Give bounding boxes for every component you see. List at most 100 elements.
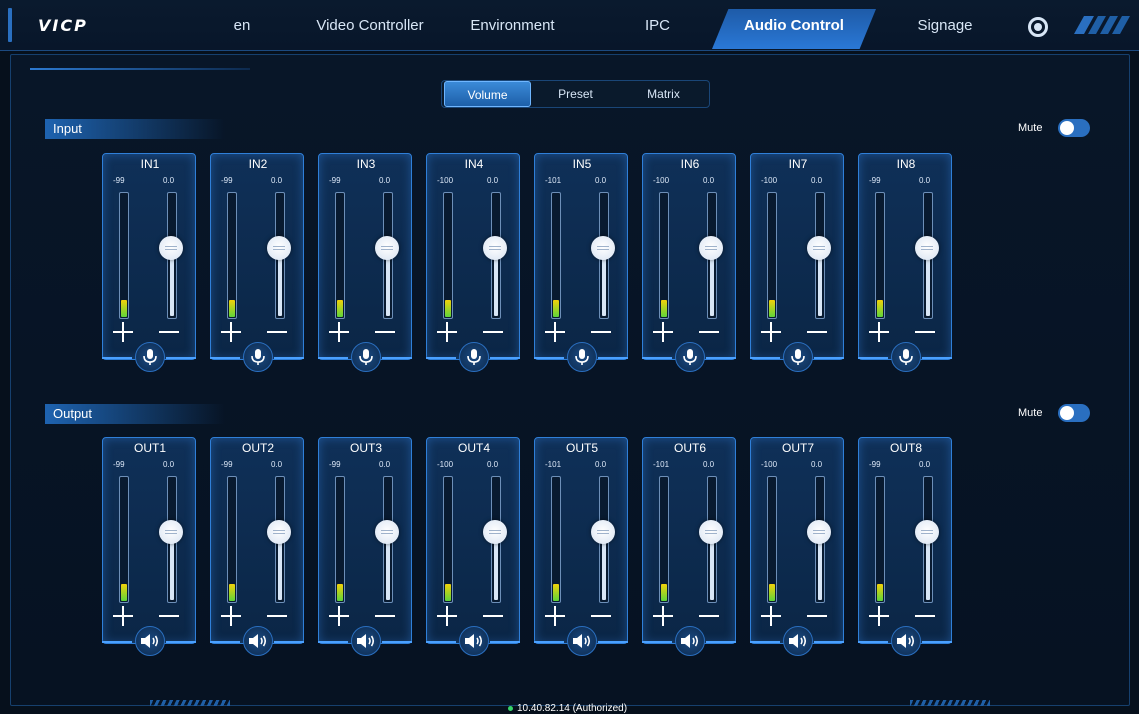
volume-fader-knob[interactable] [915,520,939,544]
gear-icon[interactable] [1028,17,1048,37]
bottom-stripes-left [150,700,230,706]
volume-up-button[interactable] [545,322,565,342]
volume-up-button[interactable] [329,606,349,626]
output-mute-label: Mute [1018,407,1043,419]
volume-down-button[interactable] [591,606,611,626]
volume-up-button[interactable] [113,606,133,626]
volume-fader-knob[interactable] [483,520,507,544]
card-underline [274,641,304,643]
card-underline [210,357,240,359]
volume-down-button[interactable] [267,322,287,342]
volume-fader-knob[interactable] [375,236,399,260]
volume-up-button[interactable] [113,322,133,342]
speaker-icon[interactable] [135,626,165,656]
volume-down-button[interactable] [915,606,935,626]
microphone-icon[interactable] [135,342,165,372]
channel-name: IN8 [896,157,916,171]
nav-item-video-controller[interactable]: Video Controller [300,17,440,39]
volume-up-button[interactable] [653,606,673,626]
input-mute-toggle[interactable] [1058,119,1090,137]
volume-down-button[interactable] [159,322,179,342]
speaker-icon[interactable] [459,626,489,656]
volume-up-button[interactable] [761,606,781,626]
card-underline [426,641,456,643]
microphone-icon[interactable] [567,342,597,372]
microphone-icon[interactable] [243,342,273,372]
card-underline [750,357,780,359]
volume-fader-knob[interactable] [591,520,615,544]
channel-card: IN7 -100 0.0 [750,153,844,372]
volume-fader-knob[interactable] [375,520,399,544]
volume-fader-knob[interactable] [807,236,831,260]
volume-up-button[interactable] [761,322,781,342]
speaker-icon[interactable] [783,626,813,656]
volume-fader-knob[interactable] [267,520,291,544]
volume-down-button[interactable] [483,322,503,342]
volume-up-button[interactable] [545,606,565,626]
channel-card: OUT7 -100 0.0 [750,437,844,656]
speaker-icon[interactable] [891,626,921,656]
microphone-icon[interactable] [891,342,921,372]
input-mute-label: Mute [1018,122,1043,134]
meter-value: -99 [113,460,125,469]
speaker-icon[interactable] [351,626,381,656]
volume-value: 0.0 [271,176,283,185]
volume-down-button[interactable] [699,606,719,626]
volume-down-button[interactable] [375,322,395,342]
volume-up-button[interactable] [869,322,889,342]
speaker-icon[interactable] [675,626,705,656]
volume-up-button[interactable] [437,606,457,626]
volume-up-button[interactable] [653,322,673,342]
volume-fader-knob[interactable] [159,236,183,260]
microphone-icon[interactable] [675,342,705,372]
volume-up-button[interactable] [869,606,889,626]
volume-down-button[interactable] [267,606,287,626]
nav-item-audio-control[interactable]: Audio Control [712,17,876,34]
volume-fader-knob[interactable] [699,520,723,544]
volume-up-button[interactable] [329,322,349,342]
volume-up-button[interactable] [437,322,457,342]
nav-item-ipc[interactable]: IPC [630,17,685,39]
meter-value: -99 [221,460,233,469]
card-underline [102,357,132,359]
tab-volume[interactable]: Volume [444,81,531,107]
microphone-icon[interactable] [783,342,813,372]
nav-item-environment[interactable]: Environment [455,17,570,39]
nav-item-signage[interactable]: Signage [905,17,985,39]
volume-fader-knob[interactable] [159,520,183,544]
microphone-icon[interactable] [351,342,381,372]
meter-value: -100 [653,176,670,185]
volume-down-button[interactable] [699,322,719,342]
volume-down-button[interactable] [807,322,827,342]
volume-up-button[interactable] [221,322,241,342]
volume-fader-knob[interactable] [591,236,615,260]
tab-preset[interactable]: Preset [532,81,619,107]
card-underline [642,357,672,359]
card-underline [598,641,628,643]
tab-matrix[interactable]: Matrix [620,81,707,107]
card-underline [382,357,412,359]
volume-down-button[interactable] [483,606,503,626]
card-underline [922,357,952,359]
volume-up-button[interactable] [221,606,241,626]
volume-value: 0.0 [919,460,931,469]
volume-fader-knob[interactable] [915,236,939,260]
nav-item-screen[interactable]: en [222,17,262,39]
volume-fader-knob[interactable] [483,236,507,260]
output-mute-toggle[interactable] [1058,404,1090,422]
volume-down-button[interactable] [915,322,935,342]
volume-value: 0.0 [379,460,391,469]
volume-down-button[interactable] [807,606,827,626]
volume-down-button[interactable] [375,606,395,626]
speaker-icon[interactable] [243,626,273,656]
microphone-icon[interactable] [459,342,489,372]
speaker-icon[interactable] [567,626,597,656]
level-meter [875,192,885,319]
card-underline [382,641,412,643]
volume-fader-knob[interactable] [807,520,831,544]
volume-down-button[interactable] [159,606,179,626]
card-underline [210,641,240,643]
volume-fader-knob[interactable] [267,236,291,260]
volume-down-button[interactable] [591,322,611,342]
volume-fader-knob[interactable] [699,236,723,260]
